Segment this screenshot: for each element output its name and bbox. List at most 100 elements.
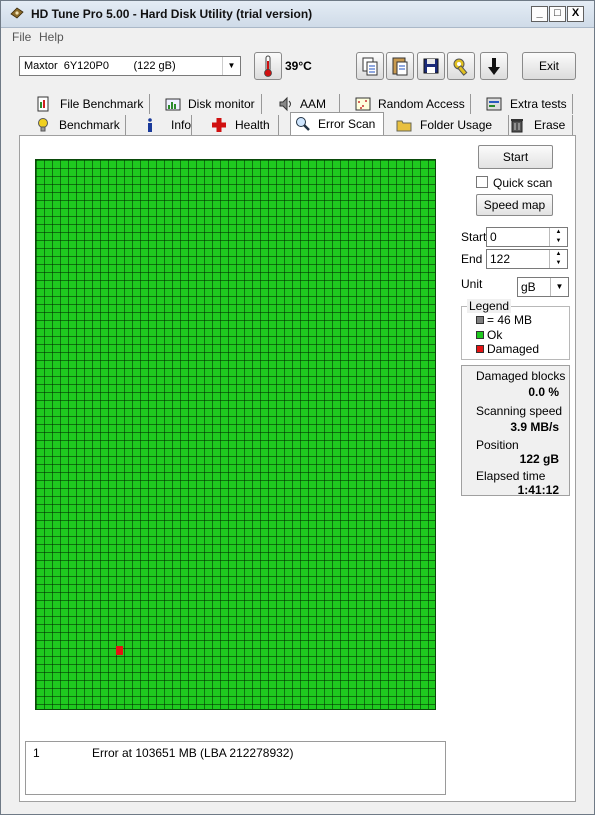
- wrench-icon: [453, 58, 468, 76]
- legend-title: Legend: [467, 299, 512, 313]
- temperature-value: 39°C: [285, 59, 312, 73]
- window-title: HD Tune Pro 5.00 - Hard Disk Utility (tr…: [31, 7, 313, 21]
- copy-icon: [362, 57, 378, 76]
- tab-info[interactable]: Info: [142, 115, 192, 135]
- speaker-icon: [278, 96, 294, 112]
- menu-help[interactable]: Help: [39, 30, 64, 44]
- file-benchmark-icon: [35, 96, 51, 112]
- tab-extra-tests[interactable]: Extra tests: [486, 94, 573, 114]
- start-label: Start: [461, 230, 487, 244]
- tab-row-bottom: Benchmark Info Health Error Scan Folder …: [35, 112, 575, 135]
- chevron-down-icon: ▼: [222, 57, 240, 75]
- clipboard-icon: [392, 57, 408, 76]
- scanning-speed-value: 3.9 MB/s: [510, 420, 559, 434]
- tab-health[interactable]: Health: [211, 115, 279, 135]
- tab-label: Error Scan: [318, 117, 376, 131]
- extra-tests-icon: [486, 96, 502, 112]
- tab-aam[interactable]: AAM: [278, 94, 340, 114]
- scan-block-map: [35, 159, 436, 710]
- toolbar: Maxtor 6Y120P0 (122 gB) ▼ 39°C Exit: [1, 47, 594, 87]
- speed-map-button[interactable]: Speed map: [476, 194, 553, 216]
- tab-random-access[interactable]: Random Access: [355, 94, 471, 114]
- info-icon: [142, 117, 158, 133]
- legend-ok-swatch: [476, 331, 484, 339]
- damaged-block: [116, 646, 123, 655]
- tab-label: Disk monitor: [188, 97, 255, 111]
- menu-bar: File Help: [1, 28, 594, 47]
- tab-label: File Benchmark: [60, 97, 144, 111]
- drive-select[interactable]: Maxtor 6Y120P0 (122 gB) ▼: [19, 56, 241, 76]
- quick-scan-label: Quick scan: [493, 176, 553, 190]
- damaged-blocks-label: Damaged blocks: [476, 369, 566, 383]
- download-button[interactable]: [480, 52, 508, 80]
- lightbulb-icon: [35, 117, 51, 133]
- error-log[interactable]: 1 Error at 103651 MB (LBA 212278932): [25, 741, 446, 795]
- maximize-button[interactable]: □: [549, 6, 566, 22]
- position-label: Position: [476, 438, 519, 452]
- tab-folder-usage[interactable]: Folder Usage: [396, 115, 509, 135]
- random-access-icon: [355, 96, 371, 112]
- spin-arrows-icon[interactable]: ▲ ▼: [549, 228, 567, 246]
- log-index: 1: [33, 746, 40, 760]
- elapsed-time-label: Elapsed time: [476, 469, 546, 483]
- legend-block-size: = 46 MB: [487, 313, 533, 327]
- unit-select-value: gB: [521, 280, 536, 294]
- legend-block-swatch: [476, 316, 484, 324]
- exit-button[interactable]: Exit: [522, 52, 576, 80]
- paste-button[interactable]: [386, 52, 414, 80]
- tab-disk-monitor[interactable]: Disk monitor: [165, 94, 262, 114]
- end-label: End: [461, 252, 483, 266]
- tab-label: Info: [171, 118, 192, 132]
- elapsed-time-value: 1:41:12: [517, 483, 559, 497]
- legend-damaged-label: Damaged: [487, 342, 540, 356]
- log-message: Error at 103651 MB (LBA 212278932): [92, 746, 294, 760]
- tab-label: AAM: [300, 97, 327, 111]
- start-input-value: 0: [490, 230, 497, 244]
- start-scan-button[interactable]: Start: [478, 145, 553, 169]
- scan-statistics: Damaged blocks 0.0 % Scanning speed 3.9 …: [461, 365, 570, 497]
- tab-label: Extra tests: [510, 97, 567, 111]
- tab-erase[interactable]: Erase: [509, 115, 573, 135]
- minimize-button[interactable]: _: [531, 6, 548, 22]
- disk-monitor-icon: [165, 96, 181, 112]
- thermometer-icon: [264, 55, 272, 77]
- position-value: 122 gB: [519, 452, 559, 466]
- chevron-down-icon: ▼: [550, 278, 568, 296]
- tab-label: Health: [235, 118, 270, 132]
- legend-ok-label: Ok: [487, 328, 503, 342]
- legend-damaged-swatch: [476, 345, 484, 353]
- temperature-button[interactable]: [254, 52, 282, 80]
- tab-error-scan[interactable]: Error Scan: [290, 112, 384, 135]
- damaged-blocks-value: 0.0 %: [528, 385, 559, 399]
- tab-benchmark[interactable]: Benchmark: [35, 115, 126, 135]
- title-bar[interactable]: HD Tune Pro 5.00 - Hard Disk Utility (tr…: [1, 1, 594, 28]
- tab-label: Folder Usage: [420, 118, 493, 132]
- tab-label: Erase: [534, 118, 566, 132]
- scanning-speed-label: Scanning speed: [476, 404, 563, 418]
- list-item[interactable]: 1 Error at 103651 MB (LBA 212278932): [26, 746, 445, 762]
- floppy-disk-icon: [423, 58, 439, 74]
- tab-row-top: File Benchmark Disk monitor AAM Random A…: [35, 94, 575, 114]
- save-button[interactable]: [417, 52, 445, 80]
- spin-arrows-icon[interactable]: ▲ ▼: [549, 250, 567, 268]
- end-input-value: 122: [490, 252, 511, 266]
- end-input[interactable]: 122 ▲ ▼: [486, 249, 568, 269]
- options-button[interactable]: [447, 52, 475, 80]
- magnifier-icon: [295, 116, 311, 132]
- close-button[interactable]: X: [567, 6, 584, 22]
- quick-scan-checkbox[interactable]: [476, 176, 488, 188]
- drive-select-value: Maxtor 6Y120P0 (122 gB): [24, 60, 176, 72]
- app-window: HD Tune Pro 5.00 - Hard Disk Utility (tr…: [0, 0, 595, 815]
- unit-select[interactable]: gB ▼: [517, 277, 569, 297]
- health-cross-icon: [211, 117, 227, 133]
- tab-label: Random Access: [378, 97, 465, 111]
- trash-icon: [509, 117, 525, 133]
- menu-file[interactable]: File: [12, 30, 31, 44]
- unit-label: Unit: [461, 277, 483, 291]
- folder-icon: [396, 117, 412, 133]
- tab-label: Benchmark: [59, 118, 120, 132]
- tab-file-benchmark[interactable]: File Benchmark: [35, 94, 150, 114]
- app-disk-icon: [10, 7, 24, 19]
- copy-button[interactable]: [356, 52, 384, 80]
- start-input[interactable]: 0 ▲ ▼: [486, 227, 568, 247]
